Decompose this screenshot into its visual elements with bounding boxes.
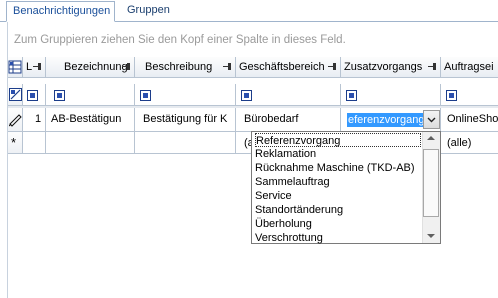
- filter-cell-auftragseingang[interactable]: [441, 84, 498, 106]
- dropdown-option[interactable]: Standortänderung: [255, 203, 421, 217]
- dropdown-option[interactable]: Service: [255, 189, 421, 203]
- filter-clear-button[interactable]: [8, 84, 23, 106]
- cell-auftragseingang[interactable]: OnlineSho: [441, 108, 498, 132]
- pin-icon[interactable]: [33, 62, 42, 71]
- newrow-cell-bezeichnung[interactable]: [46, 132, 135, 154]
- pin-icon[interactable]: [328, 62, 337, 71]
- column-header-auftragseingang[interactable]: Auftragsei: [441, 57, 498, 78]
- column-header-label: Auftragsei: [444, 61, 494, 73]
- group-by-panel[interactable]: Zum Gruppieren ziehen Sie den Kopf einer…: [8, 28, 498, 52]
- scroll-up-icon[interactable]: [427, 136, 435, 140]
- filter-cell-l[interactable]: [23, 84, 46, 106]
- filter-cell-geschaeftsbereich[interactable]: [236, 84, 341, 106]
- new-row-asterisk-icon: *: [11, 135, 17, 150]
- new-row-indicator[interactable]: *: [8, 132, 23, 154]
- dropdown-option[interactable]: Reklamation: [255, 147, 421, 161]
- pin-icon[interactable]: [122, 62, 131, 71]
- tab-gruppen[interactable]: Gruppen: [121, 1, 181, 22]
- cell-row-number[interactable]: 1: [23, 108, 46, 132]
- filter-cell-bezeichnung[interactable]: [46, 84, 135, 106]
- column-header-label: Zusatzvorgangs: [344, 61, 423, 73]
- filter-clear-icon: [9, 88, 22, 101]
- dropdown-option[interactable]: Rücknahme Maschine (TKD-AB): [255, 161, 421, 175]
- filter-operator-icon[interactable]: [140, 90, 151, 101]
- column-header-label: Bezeichnung: [64, 61, 128, 73]
- filter-cell-beschreibung[interactable]: [135, 84, 236, 106]
- edit-pencil-icon: [9, 114, 22, 127]
- dropdown-option[interactable]: Sammelauftrag: [255, 175, 421, 189]
- column-chooser-icon: [8, 60, 22, 74]
- filter-operator-icon[interactable]: [241, 90, 252, 101]
- column-header-label: Geschäftsbereich: [239, 61, 325, 73]
- chevron-down-icon: [427, 117, 436, 123]
- cell-geschaeftsbereich[interactable]: Bürobedarf: [236, 108, 341, 132]
- dropdown-option[interactable]: Überholung: [255, 217, 421, 231]
- filter-operator-icon[interactable]: [346, 90, 357, 101]
- pin-icon[interactable]: [428, 62, 437, 71]
- dropdown-option[interactable]: Referenzvorgang: [255, 133, 421, 147]
- column-header-geschaeftsbereich[interactable]: Geschäftsbereich: [236, 57, 341, 78]
- column-header-bezeichnung[interactable]: Bezeichnung: [46, 57, 135, 78]
- zusatzvorgang-dropdown-button[interactable]: [423, 110, 440, 129]
- filter-operator-icon[interactable]: [27, 90, 38, 101]
- dropdown-option[interactable]: Verschrottung: [255, 231, 421, 245]
- tab-benachrichtigungen[interactable]: Benachrichtigungen: [6, 1, 115, 22]
- pin-icon[interactable]: [223, 62, 232, 71]
- zusatzvorgang-dropdown-list[interactable]: Referenzvorgang Reklamation Rücknahme Ma…: [251, 131, 441, 244]
- column-header-zusatzvorgang[interactable]: Zusatzvorgangs: [341, 57, 441, 78]
- filter-cell-zusatzvorgang[interactable]: [341, 84, 441, 106]
- row-indicator[interactable]: [8, 108, 23, 132]
- column-header-label: Beschreibung: [145, 61, 213, 73]
- newrow-cell-beschreibung[interactable]: [135, 132, 236, 154]
- cell-beschreibung[interactable]: Bestätigung für K: [135, 108, 236, 132]
- column-header-label: L: [26, 61, 33, 73]
- filter-operator-icon[interactable]: [54, 90, 65, 101]
- column-header-l[interactable]: L: [23, 57, 46, 78]
- scrollbar-thumb[interactable]: [423, 149, 439, 217]
- column-chooser-button[interactable]: [8, 57, 23, 78]
- newrow-cell-auftragseingang[interactable]: (alle): [441, 132, 498, 154]
- cell-bezeichnung[interactable]: AB-Bestätigun: [46, 108, 135, 132]
- zusatzvorgang-input[interactable]: eferenzvorgang: [347, 113, 426, 127]
- filter-operator-icon[interactable]: [446, 90, 457, 101]
- column-header-beschreibung[interactable]: Beschreibung: [135, 57, 236, 78]
- scroll-down-icon[interactable]: [427, 234, 435, 238]
- newrow-cell-l[interactable]: [23, 132, 46, 154]
